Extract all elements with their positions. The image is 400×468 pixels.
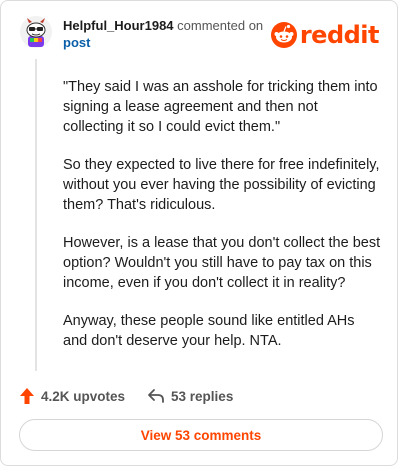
thread-line[interactable] xyxy=(35,59,37,371)
comment-paragraph: However, is a lease that you don't colle… xyxy=(63,235,381,291)
view-comments-button[interactable]: View 53 comments xyxy=(19,419,383,451)
reddit-snoo-icon xyxy=(270,22,297,48)
avatar[interactable] xyxy=(19,15,53,49)
commented-on-text: commented on xyxy=(177,18,264,33)
post-link[interactable]: post xyxy=(63,34,283,51)
comment-actions: 4.2K upvotes 53 replies xyxy=(19,387,233,405)
reply-count: 53 replies xyxy=(171,388,234,404)
comment-card: Helpful_Hour1984 commented on post reddi… xyxy=(0,0,398,466)
comment-paragraph: "They said I was an asshole for tricking… xyxy=(63,79,378,135)
replies-button[interactable]: 53 replies xyxy=(147,388,233,404)
comment-body: "They said I was an asshole for tricking… xyxy=(63,77,381,369)
upvote-button[interactable]: 4.2K upvotes xyxy=(19,387,125,405)
username-link[interactable]: Helpful_Hour1984 xyxy=(63,18,174,33)
snoo-avatar-icon xyxy=(20,16,52,48)
upvote-arrow-icon xyxy=(20,388,34,404)
reply-arrow-icon xyxy=(148,389,164,403)
comment-paragraph: So they expected to live there for free … xyxy=(63,157,380,213)
reddit-logo[interactable]: reddit xyxy=(270,21,380,49)
reddit-wordmark: reddit xyxy=(299,21,380,49)
comment-meta: Helpful_Hour1984 commented on post xyxy=(63,17,283,51)
comment-paragraph: Anyway, these people sound like entitled… xyxy=(63,313,355,349)
upvote-count: 4.2K upvotes xyxy=(41,388,126,404)
